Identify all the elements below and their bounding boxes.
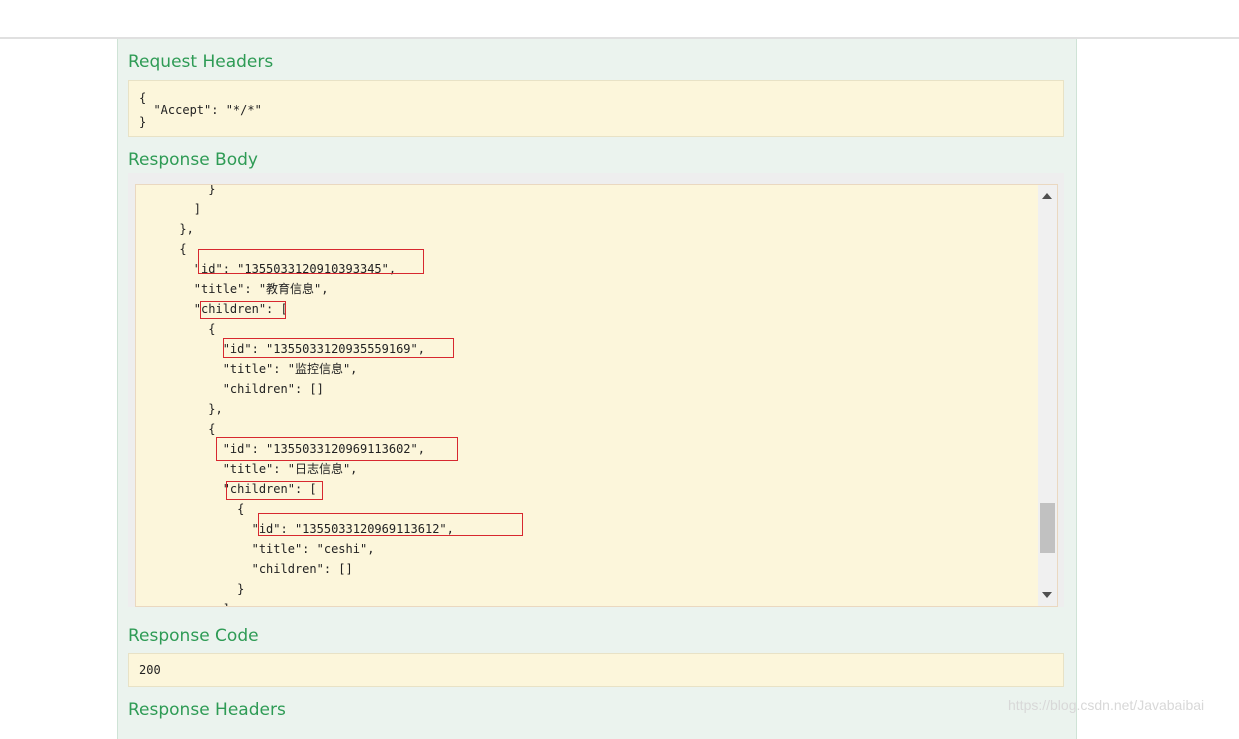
scrollbar-thumb[interactable] <box>1040 503 1055 553</box>
response-code-box: 200 <box>128 653 1064 687</box>
response-body-title: Response Body <box>128 150 258 170</box>
json-line: "title": "日志信息", <box>136 462 358 476</box>
top-bar <box>0 0 1239 39</box>
request-headers-code: { "Accept": "*/*" } <box>139 91 262 129</box>
response-body-container: } ] }, { "id": "1355033120910393345", "t… <box>128 173 1064 607</box>
json-line: ] <box>136 202 202 216</box>
json-line: } <box>136 184 216 196</box>
response-panel: Request Headers { "Accept": "*/*" } Resp… <box>117 39 1077 739</box>
vertical-scrollbar[interactable] <box>1038 185 1057 606</box>
json-line: "id": "1355033120969113602", <box>136 442 425 456</box>
request-headers-code-box: { "Accept": "*/*" } <box>128 80 1064 137</box>
json-line: { <box>136 422 216 436</box>
json-line: "children": [ <box>136 482 317 496</box>
json-line: "id": "1355033120935559169", <box>136 342 425 356</box>
scroll-up-arrow-icon[interactable] <box>1042 193 1052 199</box>
watermark: https://blog.csdn.net/Javabaibai <box>1008 697 1205 713</box>
json-line: "title": "教育信息", <box>136 282 329 296</box>
json-line: { <box>136 242 187 256</box>
json-line: "children": [] <box>136 382 324 396</box>
json-line: }, <box>136 222 194 236</box>
response-code-title: Response Code <box>128 626 259 646</box>
request-headers-title: Request Headers <box>128 52 274 72</box>
json-line: "children": [] <box>136 562 353 576</box>
json-line: ] <box>136 599 230 606</box>
json-line: "children": [ <box>136 302 288 316</box>
response-headers-title: Response Headers <box>128 700 286 720</box>
json-line: { <box>136 322 216 336</box>
json-line: { <box>136 502 245 516</box>
json-line: "id": "1355033120969113612", <box>136 522 454 536</box>
json-line: "title": "ceshi", <box>136 542 375 556</box>
response-body-scroll-area[interactable]: } ] }, { "id": "1355033120910393345", "t… <box>135 184 1058 607</box>
response-code-value: 200 <box>139 663 161 677</box>
json-line: } <box>136 582 245 596</box>
scroll-down-arrow-icon[interactable] <box>1042 592 1052 598</box>
json-line: "id": "1355033120910393345", <box>136 262 397 276</box>
json-line: "title": "监控信息", <box>136 362 358 376</box>
json-line: }, <box>136 402 223 416</box>
